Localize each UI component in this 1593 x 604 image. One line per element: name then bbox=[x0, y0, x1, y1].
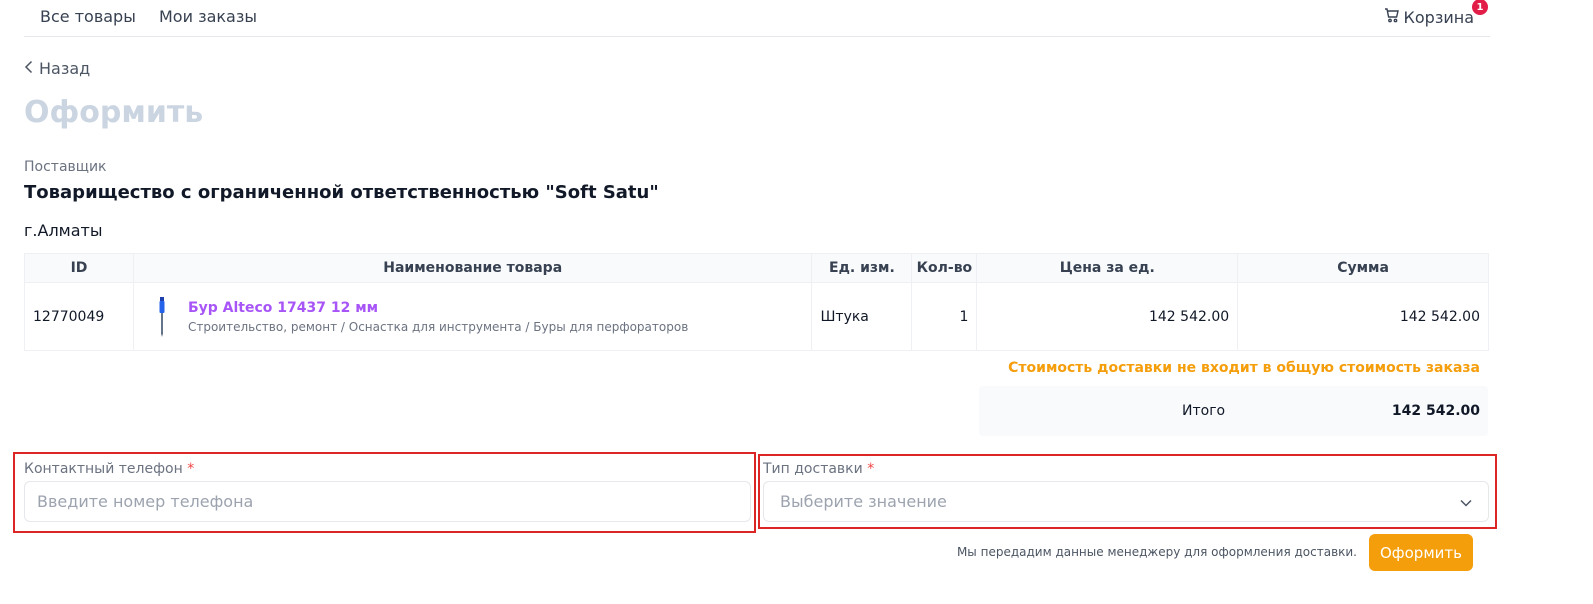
back-link[interactable]: Назад bbox=[24, 59, 90, 78]
required-mark: * bbox=[867, 461, 875, 477]
product-image[interactable] bbox=[154, 296, 170, 337]
cell-product: Бур Alteco 17437 12 мм Строительство, ре… bbox=[132, 282, 813, 351]
delivery-type-placeholder: Выберите значение bbox=[780, 492, 947, 511]
cell-id: 12770049 bbox=[24, 282, 134, 351]
header-sum: Сумма bbox=[1237, 253, 1489, 283]
chevron-left-icon bbox=[24, 59, 33, 78]
delivery-type-select[interactable]: Выберите значение bbox=[763, 481, 1489, 522]
table-header-row: ID Наименование товара Ед. изм. Кол-во Ц… bbox=[24, 253, 1489, 283]
phone-input[interactable] bbox=[24, 481, 751, 522]
order-items-table: ID Наименование товара Ед. изм. Кол-во Ц… bbox=[24, 253, 1489, 351]
table-row: 12770049 Бур Alteco 17437 12 мм Строител… bbox=[24, 282, 1489, 351]
cart-count-badge: 1 bbox=[1472, 0, 1488, 15]
header-unit: Ед. изм. bbox=[811, 253, 913, 283]
nav-all-products[interactable]: Все товары bbox=[40, 7, 136, 26]
supplier-city: г.Алматы bbox=[24, 221, 103, 240]
top-navigation: Все товары Мои заказы Корзина 1 bbox=[24, 0, 1490, 37]
delivery-type-label: Тип доставки * bbox=[763, 461, 875, 477]
cell-price: 142 542.00 bbox=[976, 282, 1239, 351]
submit-order-button[interactable]: Оформить bbox=[1369, 534, 1473, 571]
submit-hint: Мы передадим данные менеджеру для оформл… bbox=[956, 545, 1357, 559]
header-id: ID bbox=[24, 253, 134, 283]
order-total: Итого 142 542.00 bbox=[979, 386, 1488, 436]
required-mark: * bbox=[187, 461, 195, 477]
product-category-path: Строительство, ремонт / Оснастка для инс… bbox=[187, 319, 689, 334]
cart-label: Корзина bbox=[1403, 7, 1474, 27]
delivery-cost-note: Стоимость доставки не входит в общую сто… bbox=[1008, 360, 1480, 376]
cell-qty: 1 bbox=[911, 282, 978, 351]
product-link[interactable]: Бур Alteco 17437 12 мм bbox=[188, 300, 688, 316]
nav-my-orders[interactable]: Мои заказы bbox=[159, 7, 257, 26]
supplier-label: Поставщик bbox=[24, 159, 107, 175]
header-price: Цена за ед. bbox=[976, 253, 1239, 283]
cart-link[interactable]: Корзина 1 bbox=[1384, 0, 1488, 27]
chevron-down-icon bbox=[1460, 492, 1472, 511]
total-value: 142 542.00 bbox=[1391, 403, 1480, 419]
total-label: Итого bbox=[1182, 403, 1226, 419]
page-title: Оформить bbox=[24, 95, 204, 130]
supplier-name: Товарищество с ограниченной ответственно… bbox=[24, 182, 659, 203]
cell-sum: 142 542.00 bbox=[1237, 282, 1489, 351]
back-label: Назад bbox=[39, 59, 91, 78]
cell-unit: Штука bbox=[811, 282, 913, 351]
header-name: Наименование товара bbox=[132, 253, 813, 283]
header-qty: Кол-во bbox=[911, 253, 978, 283]
cart-icon bbox=[1384, 7, 1400, 27]
phone-label: Контактный телефон * bbox=[24, 461, 195, 477]
